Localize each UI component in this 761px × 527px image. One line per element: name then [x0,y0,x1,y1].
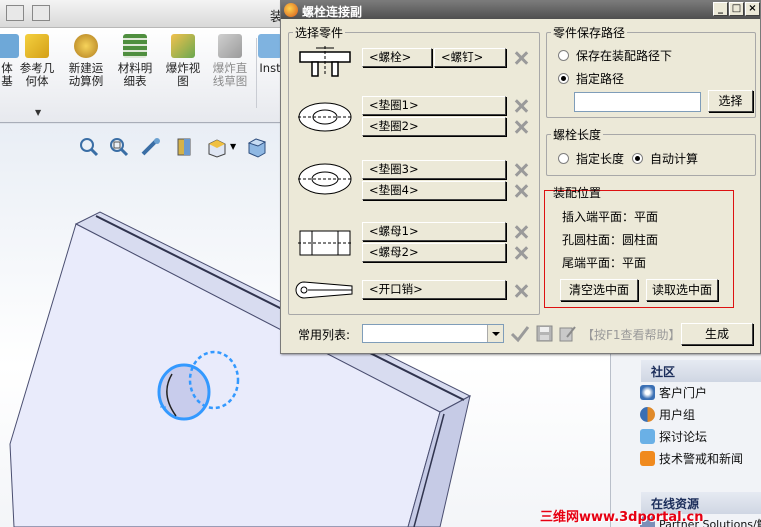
zoom-area-icon[interactable] [108,136,130,158]
auto-length-option[interactable]: 自动计算 [632,150,698,167]
user-group-icon [640,407,655,422]
ribbon-separator [256,38,257,108]
save-icon[interactable] [536,325,553,342]
washer1-select-button[interactable]: <垫圈1> [362,96,506,115]
bolt-select-button[interactable]: <螺栓> [362,48,432,67]
washer3-select-button[interactable]: <垫圈3> [362,160,506,179]
help-hint: 【按F1查看帮助】 [582,328,681,342]
tail-face-status: 尾端平面：平面 [562,256,647,270]
ribbon-reference-geometry[interactable]: 参考几 何体 [14,34,60,88]
exploded-view-icon [171,34,195,58]
community-header[interactable]: 社区 [641,360,761,382]
minimize-button[interactable]: _ [713,2,728,16]
toolbar-menu-icon[interactable] [32,5,50,21]
forum-icon [640,429,655,444]
specified-length-option[interactable]: 指定长度 [558,150,624,167]
ribbon-instant3d[interactable]: Inst [258,34,282,75]
clear-washer4-icon[interactable] [513,183,529,199]
clear-cotter-pin-icon[interactable] [513,283,529,299]
screw-select-button[interactable]: <螺钉> [434,48,506,67]
view-orientation-icon[interactable] [206,136,228,158]
watermark: 三维网www.3dportal.cn [540,510,704,525]
insert-face-status: 插入端平面：平面 [562,210,659,224]
hole-face-status: 孔圆柱面：圆柱面 [562,233,659,247]
common-list-label: 常用列表: [298,328,351,342]
community-item-user-group[interactable]: 用户组 [640,406,695,424]
customer-portal-icon [640,385,655,400]
chevron-down-icon[interactable] [487,325,503,342]
ribbon-bom[interactable]: 材料明 细表 [114,34,156,88]
bolt-icon [299,46,351,77]
ribbon-exploded-view[interactable]: 爆炸视 图 [162,34,204,88]
section-view-icon[interactable] [174,136,196,158]
clear-washer3-icon[interactable] [513,162,529,178]
read-selected-faces-button[interactable]: 读取选中面 [646,279,718,301]
bom-table-icon [123,34,147,58]
clear-washer1-icon[interactable] [513,98,529,114]
ribbon-explode-line-sketch[interactable]: 爆炸直 线草图 [208,34,252,88]
reference-geometry-icon [25,34,49,58]
specified-path-option[interactable]: 指定路径 [558,70,624,87]
save-path-input[interactable] [574,92,701,112]
ribbon-new-motion-study[interactable]: 新建运 动算例 [64,34,108,88]
clear-bolt-icon[interactable] [513,50,529,66]
clear-nut2-icon[interactable] [513,245,529,261]
instant3d-icon [258,34,282,58]
checkmark-icon[interactable] [510,325,530,343]
browse-path-button[interactable]: 选择 [708,90,753,112]
washer-icon [298,102,352,132]
nut-icon [298,230,352,256]
select-parts-legend: 选择零件 [295,26,344,40]
cotter-pin-select-button[interactable]: <开口销> [362,280,506,299]
edit-list-icon[interactable] [559,325,577,343]
generate-button[interactable]: 生成 [681,323,753,345]
dialog-title: 螺栓连接副 [302,5,363,19]
washer2-select-button[interactable]: <垫圈2> [362,117,506,136]
clear-selected-faces-button[interactable]: 清空选中面 [560,279,638,301]
washer-icon [298,163,352,195]
save-path-legend: 零件保存路径 [553,26,626,40]
display-style-icon[interactable] [246,136,268,158]
app-icon [284,3,298,17]
community-item-tech-news[interactable]: 技术警戒和新闻 [640,450,743,468]
clear-washer2-icon[interactable] [513,119,529,135]
ribbon-dropdown-icon[interactable]: ▼ [35,108,41,117]
community-item-forum[interactable]: 探讨论坛 [640,428,707,446]
explode-line-sketch-icon [218,34,242,58]
rss-icon [640,451,655,466]
washer4-select-button[interactable]: <垫圈4> [362,181,506,200]
nut1-select-button[interactable]: <螺母1> [362,222,506,241]
save-in-assembly-radio[interactable] [558,50,569,61]
clear-nut1-icon[interactable] [513,224,529,240]
specified-path-radio[interactable] [558,73,569,84]
auto-length-radio[interactable] [632,153,643,164]
assembly-position-legend: 装配位置 [553,186,602,200]
bolt-length-legend: 螺栓长度 [553,128,602,142]
options-icon[interactable] [6,5,24,21]
common-list-select[interactable] [362,324,504,343]
maximize-button[interactable]: □ [729,2,744,16]
community-item-customer-portal[interactable]: 客户门户 [640,384,707,402]
save-in-assembly-option[interactable]: 保存在装配路径下 [558,47,672,64]
cotter-pin-icon [295,281,353,299]
specified-length-radio[interactable] [558,153,569,164]
zoom-to-fit-icon[interactable] [78,136,100,158]
dialog-titlebar[interactable]: 螺栓连接副 _ □ × [281,1,760,19]
close-button[interactable]: × [745,2,760,16]
nut2-select-button[interactable]: <螺母2> [362,243,506,262]
motion-study-icon [74,34,98,58]
previous-view-icon[interactable] [140,136,162,158]
view-orientation-dropdown-icon[interactable]: ▼ [230,142,236,151]
